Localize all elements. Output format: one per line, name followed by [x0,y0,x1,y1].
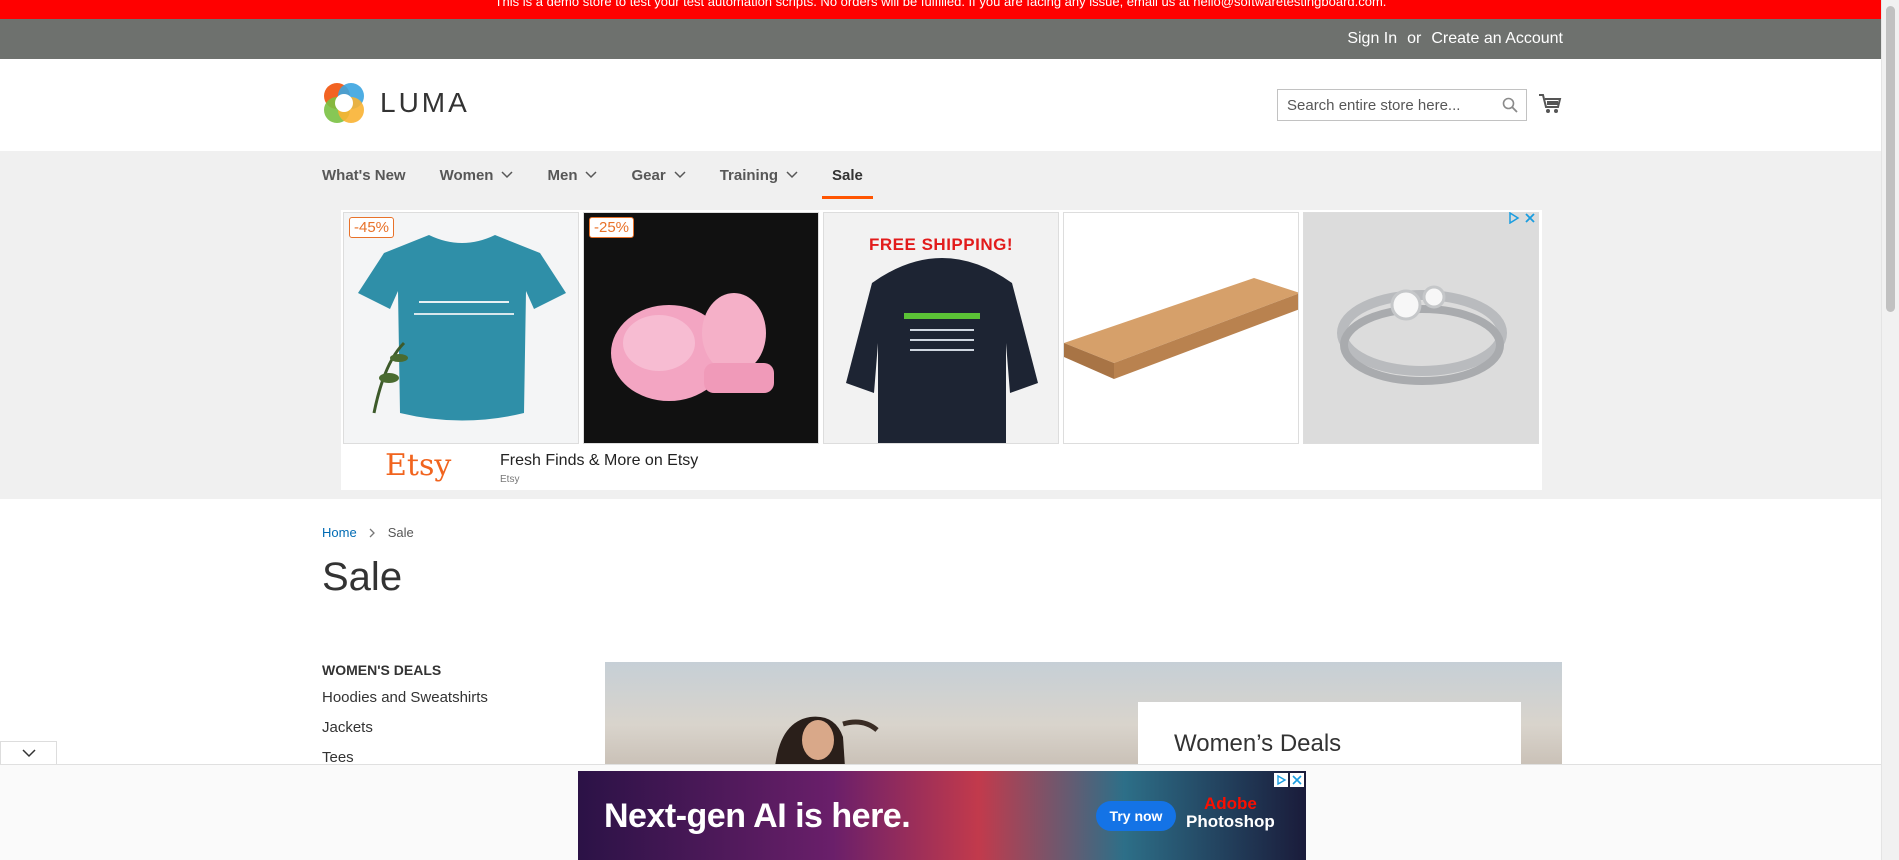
ad-title: Fresh Finds & More on Etsy [500,452,699,469]
ad-choices[interactable] [1274,773,1304,787]
ad-collapse-tab[interactable] [0,741,57,765]
ad-footer[interactable]: Etsy Fresh Finds & More on Etsy Etsy [341,446,1542,490]
page-title: Sale [322,555,403,599]
chevron-down-icon [786,171,798,179]
ad-subtitle: Etsy [500,474,520,485]
sign-in-link[interactable]: Sign In [1347,30,1397,48]
discount-badge: -45% [349,217,395,238]
search-box [1277,89,1527,121]
etsy-logo: Etsy [385,448,452,483]
discount-badge: -25% [589,217,635,238]
create-account-link[interactable]: Create an Account [1431,30,1563,48]
chevron-down-icon [674,171,686,179]
bottom-ad-strip: Next-gen AI is here. Try now Adobe Photo… [0,764,1881,860]
chevron-down-icon [585,171,598,179]
demo-notice-text: This is a demo store to test your test a… [494,0,1387,9]
or-separator: or [1407,30,1422,47]
ad-headline: Next-gen AI is here. [604,797,911,835]
nav-item-men[interactable]: Men [547,151,598,199]
breadcrumb-current: Sale [387,525,414,540]
adobe-photoshop-ad[interactable]: Next-gen AI is here. Try now Adobe Photo… [578,771,1306,860]
breadcrumb-home[interactable]: Home [322,525,357,540]
free-shipping-overlay: FREE SHIPPING! [869,235,1013,254]
adchoices-icon [1509,212,1520,224]
nav-item-gear[interactable]: Gear [631,151,686,199]
demo-notice-bar: This is a demo store to test your test a… [0,0,1881,19]
account-links: Sign In or Create an Account [1347,30,1563,48]
adchoices-icon [1274,773,1288,787]
etsy-ad[interactable]: -45% -25% FREE SHIPPING! Etsy Fresh Find… [341,210,1542,490]
nav-item-women[interactable]: Women [440,151,514,199]
cart-icon[interactable] [1538,92,1562,116]
close-icon[interactable] [1290,773,1304,787]
chevron-right-icon [369,528,375,537]
chevron-down-icon [21,749,36,758]
logo[interactable]: LUMA [322,80,470,126]
ad-tiles: -45% -25% FREE SHIPPING! [343,212,1539,444]
sidebar-link-jackets[interactable]: Jackets [322,719,488,739]
nav-item-label: Men [547,166,578,184]
hero-card: Women’s Deals [1138,702,1521,767]
scroll-thumb[interactable] [1886,6,1895,312]
ad-tile-figurine[interactable]: -25% [583,212,819,444]
adobe-brand: Adobe Photoshop [1186,795,1275,831]
figurine-image [611,293,774,401]
search-input[interactable] [1278,90,1488,120]
ad-tile-wood-shelf[interactable] [1063,212,1299,444]
sidebar-heading: WOMEN'S DEALS [322,662,442,678]
close-icon[interactable] [1524,212,1536,224]
search-icon[interactable] [1502,97,1518,113]
ad-tile-hoodie[interactable]: FREE SHIPPING! [823,212,1059,444]
nav-item-sale[interactable]: Sale [822,151,873,199]
photoshop-label: Photoshop [1186,812,1275,831]
tshirt-image [358,235,566,421]
nav-item-label: What's New [322,166,406,184]
ad-tile-tshirt[interactable]: -45% [343,212,579,444]
breadcrumb: Home Sale [322,525,414,540]
sidebar-deals: WOMEN'S DEALS Hoodies and Sweatshirts Ja… [322,662,488,779]
luma-logo-icon [324,83,364,123]
ring-image [1337,285,1507,385]
logo-text: LUMA [380,87,470,118]
top-bar: Sign In or Create an Account [0,19,1881,59]
nav-item-label: Sale [832,166,863,184]
nav-item-label: Gear [631,166,666,184]
page-scrollbar[interactable] [1881,0,1899,860]
ad-choices[interactable] [1508,212,1536,224]
nav-item-whats-new[interactable]: What's New [322,151,406,199]
page-header: LUMA [0,59,1881,151]
wood-shelf-image [1064,278,1298,379]
ad-tile-ring[interactable] [1303,212,1539,444]
nav-item-label: Training [719,166,779,184]
hero-card-title: Women’s Deals [1174,730,1342,757]
nav-section: What's New Women Men Gear Training Sale [0,151,1881,499]
nav-item-training[interactable]: Training [720,151,798,199]
try-now-button[interactable]: Try now [1096,801,1176,831]
womens-deals-banner[interactable]: Women’s Deals [605,662,1562,767]
adobe-label: Adobe [1203,794,1257,813]
nav-item-label: Women [439,166,494,184]
chevron-down-icon [501,171,514,179]
main-nav: What's New Women Men Gear Training Sale [322,151,897,199]
sidebar-link-hoodies[interactable]: Hoodies and Sweatshirts [322,689,488,709]
